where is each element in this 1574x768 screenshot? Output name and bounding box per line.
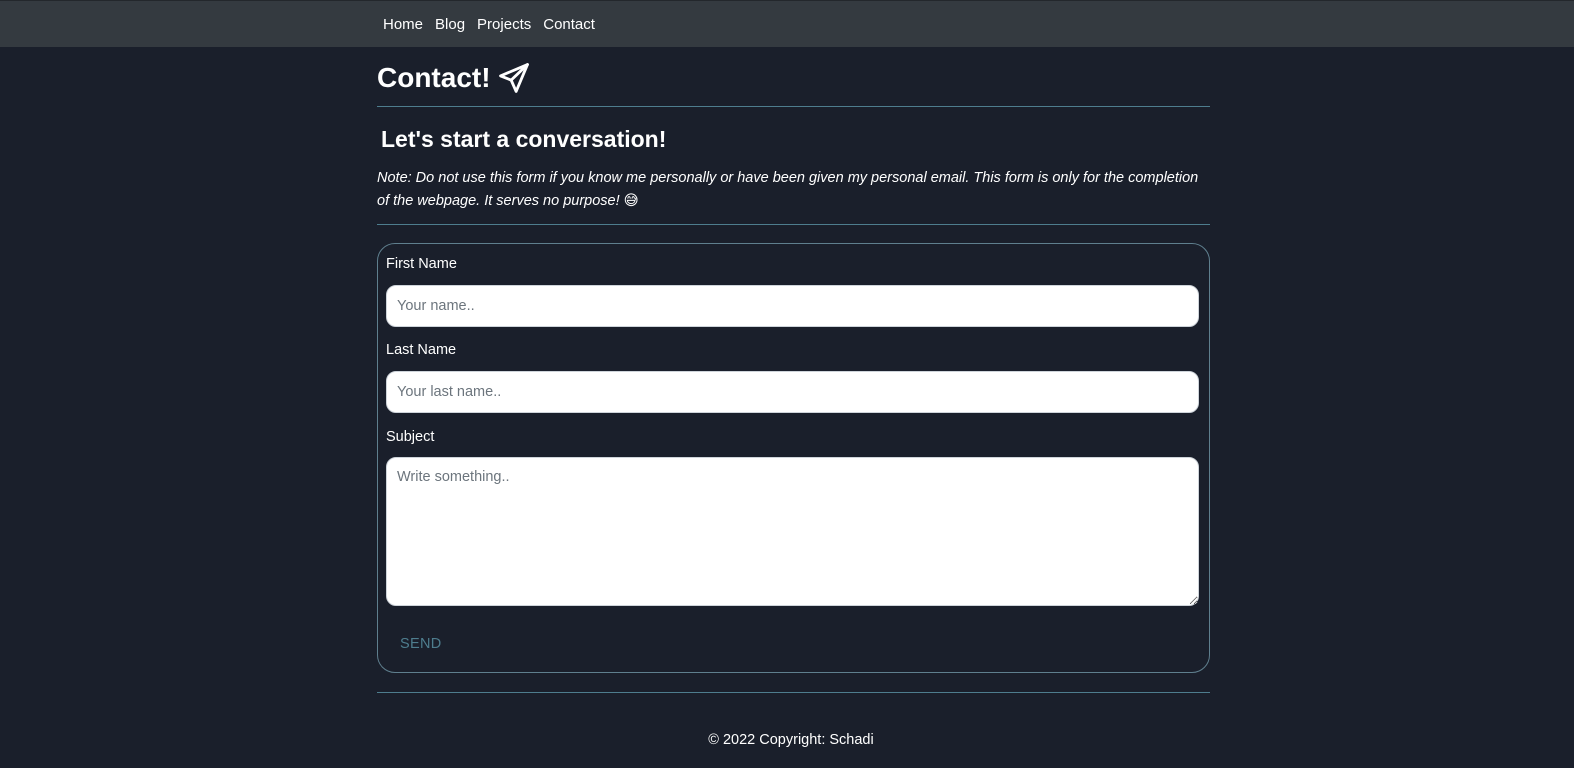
last-name-input[interactable] — [386, 371, 1199, 413]
title-divider — [377, 106, 1210, 107]
nav-link-projects[interactable]: Projects — [477, 15, 531, 35]
section-heading: Let's start a conversation! — [381, 126, 667, 152]
footer-copyright: © 2022 Copyright: Schadi — [708, 732, 874, 748]
first-name-input[interactable] — [386, 285, 1199, 327]
disclaimer-note: Note: Do not use this form if you know m… — [377, 170, 1199, 209]
last-name-label: Last Name — [386, 342, 457, 358]
note-divider — [377, 224, 1210, 225]
navbar: Home Blog Projects Contact — [0, 0, 1574, 47]
subject-textarea[interactable] — [386, 457, 1199, 606]
subject-label: Subject — [386, 429, 435, 445]
contact-form: First Name Last Name Subject SEND — [377, 243, 1210, 673]
paper-plane-icon — [498, 63, 529, 93]
footer-divider — [377, 692, 1210, 693]
first-name-label: First Name — [386, 256, 457, 272]
page-title-text: Contact! — [377, 62, 491, 93]
send-button[interactable]: SEND — [386, 630, 456, 658]
nav-links: Home Blog Projects Contact — [383, 15, 595, 35]
nav-link-blog[interactable]: Blog — [435, 15, 465, 35]
page-title: Contact! — [377, 61, 531, 95]
nav-link-contact[interactable]: Contact — [543, 15, 595, 35]
nav-link-home[interactable]: Home — [383, 15, 423, 35]
